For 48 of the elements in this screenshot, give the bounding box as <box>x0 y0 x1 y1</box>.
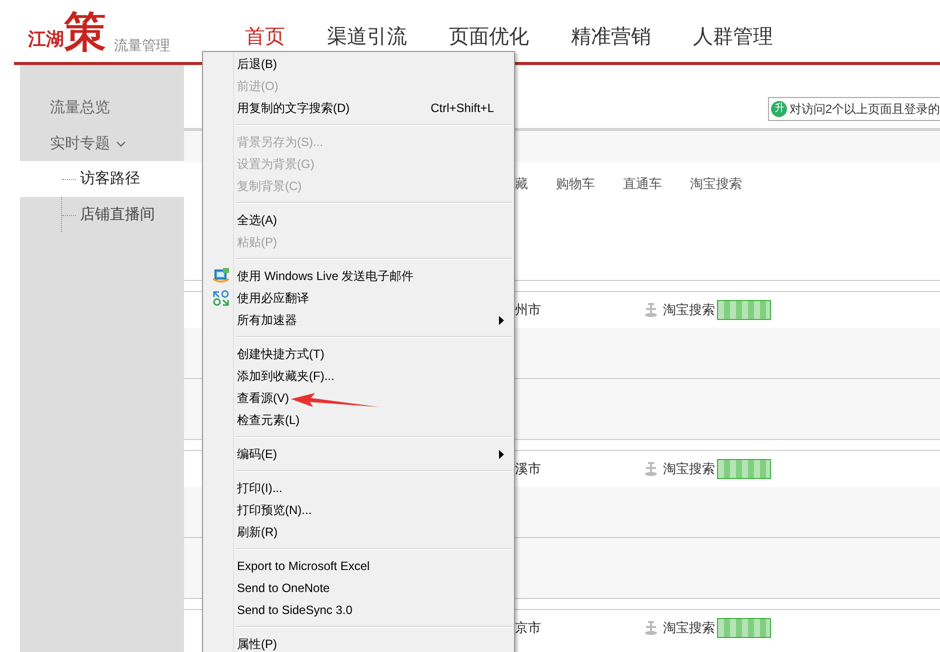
menu-item[interactable]: 使用 Windows Live 发送电子邮件 <box>205 265 512 287</box>
upgrade-badge: 升 <box>771 101 788 117</box>
sidebar-subitem[interactable]: 访客路径 <box>20 161 184 197</box>
menu-item[interactable]: 检查元素(L) <box>205 409 512 431</box>
source-text: 淘宝搜索 <box>663 301 715 319</box>
menu-item[interactable]: 创建快捷方式(T) <box>205 343 512 365</box>
menu-item[interactable]: 全选(A) <box>205 209 512 231</box>
nav-tab[interactable]: 精准营销 <box>571 23 651 50</box>
filter-option[interactable]: 购物车 <box>556 175 595 193</box>
city-text: 溪市 <box>515 460 542 478</box>
sidebar-subitem[interactable]: 店铺直播间 <box>20 197 184 233</box>
menu-item[interactable]: Send to OneNote <box>205 577 512 599</box>
menu-item[interactable]: 后退(B) <box>205 53 512 75</box>
filter-option[interactable]: 藏 <box>515 175 528 193</box>
blurred-label <box>717 459 771 479</box>
nav-tab[interactable]: 页面优化 <box>449 23 529 50</box>
blurred-label <box>717 618 771 638</box>
menu-item[interactable]: Send to SideSync 3.0 <box>205 599 512 621</box>
shortcut-text: Ctrl+Shift+L <box>430 101 494 115</box>
filter-option[interactable]: 淘宝搜索 <box>690 175 742 193</box>
pin-icon <box>645 462 657 476</box>
menu-item[interactable]: 打印预览(N)... <box>205 499 512 521</box>
menu-item[interactable]: 打印(I)... <box>205 477 512 499</box>
menu-item[interactable]: 使用必应翻译 <box>205 287 512 309</box>
city-text: 京市 <box>515 619 542 637</box>
logo-subtitle: 流量管理 <box>114 37 170 55</box>
menu-item[interactable]: 用复制的文字搜索(D) Ctrl+Shift+L <box>205 97 512 119</box>
nav-tab[interactable]: 人群管理 <box>693 23 773 50</box>
sidebar-item[interactable]: 实时专题 <box>20 125 184 161</box>
nav-tab[interactable]: 渠道引流 <box>327 23 407 50</box>
pin-icon <box>645 303 657 317</box>
menu-item[interactable]: Export to Microsoft Excel <box>205 555 512 577</box>
menu-item[interactable]: 刷新(R) <box>205 521 512 543</box>
menu-item[interactable]: 查看源(V) <box>205 387 512 409</box>
menu-item[interactable]: 编码(E) <box>205 443 512 465</box>
menu-item[interactable]: 属性(P) <box>205 633 512 652</box>
sidebar-item[interactable]: 流量总览 <box>20 89 184 125</box>
logo: 江湖策 <box>28 10 107 56</box>
pin-icon <box>645 621 657 635</box>
city-text: 州市 <box>515 301 542 319</box>
source-text: 淘宝搜索 <box>663 619 715 637</box>
filter-option[interactable]: 直通车 <box>623 175 662 193</box>
source-text: 淘宝搜索 <box>663 460 715 478</box>
menu-item[interactable]: 所有加速器 <box>205 309 512 331</box>
notice-text: 对访问2个以上页面且登录的 <box>789 100 940 118</box>
blurred-label <box>717 300 771 320</box>
menu-item[interactable]: 添加到收藏夹(F)... <box>205 365 512 387</box>
nav-tab[interactable]: 首页 <box>245 23 285 50</box>
